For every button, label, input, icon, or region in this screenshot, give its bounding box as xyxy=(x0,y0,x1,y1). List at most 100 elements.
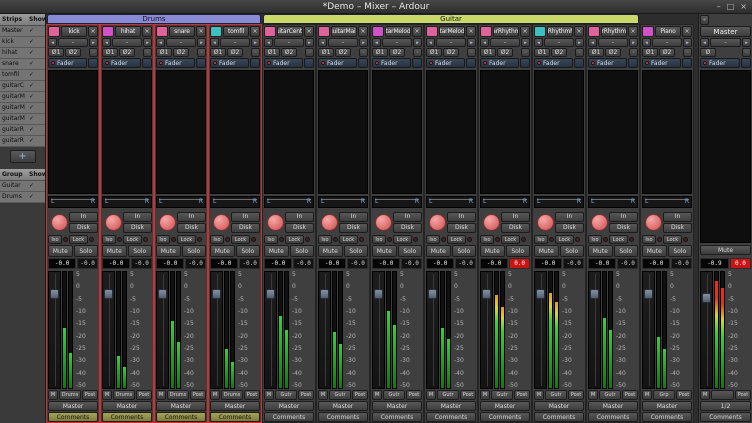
solo-button[interactable]: Solo xyxy=(344,245,369,257)
metering-button[interactable]: M xyxy=(48,390,58,400)
input-button[interactable]: - xyxy=(112,38,142,47)
solo-lock-button[interactable]: Lock xyxy=(393,235,412,244)
input-next-icon[interactable]: ▸ xyxy=(89,38,98,47)
pan-widget[interactable]: L R xyxy=(480,196,530,208)
peak-display[interactable]: -0.0 xyxy=(239,258,260,269)
processor-box[interactable] xyxy=(642,70,692,194)
processor-stub-button[interactable] xyxy=(358,58,368,68)
track-color-chip[interactable] xyxy=(102,26,114,37)
strip-show-checkbox[interactable]: ✓ xyxy=(29,103,45,113)
comments-button[interactable]: Comments xyxy=(156,412,206,422)
mute-button[interactable]: Mute xyxy=(534,245,559,257)
group-button[interactable]: Grp xyxy=(653,390,675,400)
phase-1-button[interactable]: Ø1 xyxy=(426,48,442,57)
input-next-icon[interactable]: ▸ xyxy=(742,38,751,47)
phase-1-button[interactable]: Ø1 xyxy=(318,48,334,57)
strip-list-row[interactable]: snare ✓ xyxy=(0,59,45,70)
track-name-button[interactable]: guitarMain xyxy=(331,26,357,37)
maximize-icon[interactable]: □ xyxy=(727,2,735,11)
peak-display[interactable]: -0.0 xyxy=(617,258,638,269)
monitor-input-button[interactable]: In xyxy=(609,212,638,222)
monitor-disk-button[interactable]: Disk xyxy=(339,223,368,233)
strip-list-row[interactable]: tomfil ✓ xyxy=(0,70,45,81)
meter-point-button[interactable]: Post xyxy=(622,390,638,400)
master-phase-button[interactable]: Ø xyxy=(700,48,716,57)
solo-lock-button[interactable]: Lock xyxy=(609,235,628,244)
meter-point-button[interactable]: Post xyxy=(136,390,152,400)
comments-button[interactable]: Comments xyxy=(426,412,476,422)
trim-icon[interactable]: ◦ xyxy=(413,48,422,57)
mute-button[interactable]: Mute xyxy=(102,245,127,257)
input-prev-icon[interactable]: ◂ xyxy=(102,38,111,47)
phase-1-button[interactable]: Ø1 xyxy=(264,48,280,57)
track-name-button[interactable]: guitarRhythmRight xyxy=(601,26,627,37)
fader-processor-button[interactable]: Fader xyxy=(372,58,411,68)
peak-display[interactable]: -0.0 xyxy=(347,258,368,269)
solo-iso-button[interactable]: Iso xyxy=(48,235,62,244)
fader-processor-button[interactable]: Fader xyxy=(264,58,303,68)
trim-knob[interactable] xyxy=(591,214,608,231)
hide-strip-button[interactable]: × xyxy=(574,26,584,37)
gain-fader[interactable] xyxy=(588,271,601,389)
peak-display[interactable]: -0.0 xyxy=(671,258,692,269)
comments-button[interactable]: Comments xyxy=(210,412,260,422)
track-color-chip[interactable] xyxy=(534,26,546,37)
input-prev-icon[interactable]: ◂ xyxy=(480,38,489,47)
group-tab-drums[interactable]: Drums xyxy=(47,14,261,24)
strip-list-row[interactable]: guitarR ✓ xyxy=(0,136,45,147)
trim-knob[interactable] xyxy=(537,214,554,231)
monitor-input-button[interactable]: In xyxy=(69,212,98,222)
peak-display[interactable]: -0.0 xyxy=(293,258,314,269)
input-next-icon[interactable]: ▸ xyxy=(683,38,692,47)
strip-show-checkbox[interactable]: ✓ xyxy=(29,48,45,58)
trim-knob[interactable] xyxy=(267,214,284,231)
strip-list-row[interactable]: guitarM ✓ xyxy=(0,103,45,114)
master-peak-display[interactable]: 0.0 xyxy=(730,258,751,269)
output-button[interactable]: Master xyxy=(480,401,530,411)
input-prev-icon[interactable]: ◂ xyxy=(318,38,327,47)
solo-iso-button[interactable]: Iso xyxy=(264,235,278,244)
processor-led[interactable] xyxy=(537,61,541,65)
solo-iso-button[interactable]: Iso xyxy=(642,235,656,244)
fader-handle[interactable] xyxy=(104,289,113,299)
trim-icon[interactable]: ◦ xyxy=(359,48,368,57)
processor-stub-button[interactable] xyxy=(520,58,530,68)
fader-handle[interactable] xyxy=(158,289,167,299)
mute-button[interactable]: Mute xyxy=(264,245,289,257)
processor-box[interactable] xyxy=(48,70,98,194)
fader-handle[interactable] xyxy=(374,289,383,299)
processor-led[interactable] xyxy=(645,61,649,65)
strip-list-row[interactable]: guitarR ✓ xyxy=(0,125,45,136)
comments-button[interactable]: Comments xyxy=(48,412,98,422)
hide-strip-button[interactable]: × xyxy=(196,26,206,37)
output-button[interactable]: Master xyxy=(426,401,476,411)
trim-icon[interactable]: ◦ xyxy=(629,48,638,57)
input-button[interactable]: - xyxy=(220,38,250,47)
mute-button[interactable]: Mute xyxy=(426,245,451,257)
master-fader-handle[interactable] xyxy=(702,293,711,303)
trim-icon[interactable]: ◦ xyxy=(197,48,206,57)
meter-point-button[interactable]: Post xyxy=(244,390,260,400)
solo-iso-button[interactable]: Iso xyxy=(588,235,602,244)
track-name-button[interactable]: guitarMelody 2 xyxy=(385,26,411,37)
phase-2-button[interactable]: Ø2 xyxy=(443,48,459,57)
pan-widget[interactable]: L R xyxy=(426,196,476,208)
input-next-icon[interactable]: ▸ xyxy=(305,38,314,47)
phase-1-button[interactable]: Ø1 xyxy=(534,48,550,57)
pan-widget[interactable]: L R xyxy=(372,196,422,208)
phase-1-button[interactable]: Ø1 xyxy=(480,48,496,57)
gain-display[interactable]: -0.0 xyxy=(264,258,292,269)
track-color-chip[interactable] xyxy=(426,26,438,37)
meter-point-button[interactable]: Post xyxy=(190,390,206,400)
input-button[interactable]: - xyxy=(598,38,628,47)
gain-display[interactable]: -0.0 xyxy=(210,258,238,269)
peak-display[interactable]: -0.0 xyxy=(455,258,476,269)
strip-show-checkbox[interactable]: ✓ xyxy=(29,125,45,135)
hide-strip-button[interactable]: × xyxy=(412,26,422,37)
fader-processor-button[interactable]: Fader xyxy=(588,58,627,68)
monitor-disk-button[interactable]: Disk xyxy=(69,223,98,233)
processor-stub-button[interactable] xyxy=(88,58,98,68)
fader-handle[interactable] xyxy=(266,289,275,299)
fader-processor-button[interactable]: Fader xyxy=(642,58,681,68)
mute-button[interactable]: Mute xyxy=(156,245,181,257)
